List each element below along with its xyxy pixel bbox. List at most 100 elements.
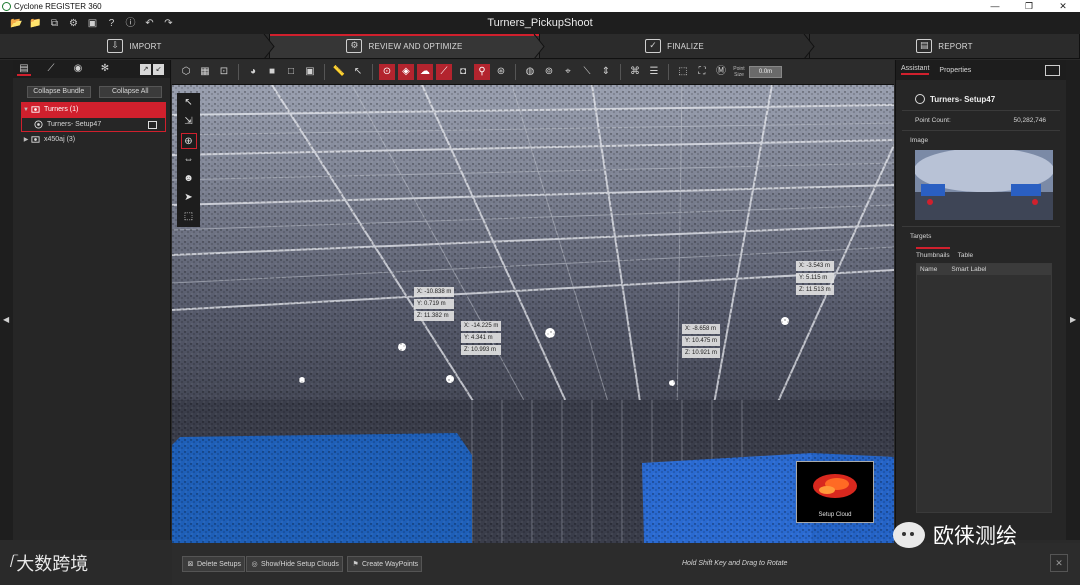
step-import-label: IMPORT — [129, 41, 162, 51]
list-view-icon[interactable]: ☰ — [646, 64, 662, 80]
create-waypoints-button[interactable]: ⚑ Create WayPoints — [347, 556, 423, 572]
color-mode-icon[interactable]: ◕ — [245, 64, 261, 80]
workflow-steps: ⇩ IMPORT ⚙ REVIEW AND OPTIMIZE ✓ FINALIZ… — [0, 34, 1080, 59]
table-header: Name Smart Label — [917, 264, 1051, 275]
multi-select-icon[interactable]: ⇲ — [181, 114, 197, 130]
open-folder-icon[interactable]: 📁 — [29, 17, 42, 30]
coord-x: X: -14.225 m — [461, 321, 502, 331]
collapse-bundle-button[interactable]: Collapse Bundle — [27, 86, 91, 98]
step-review[interactable]: ⚙ REVIEW AND OPTIMIZE — [270, 34, 545, 59]
distance-icon[interactable]: ⇔ — [181, 152, 197, 168]
collapse-left-icon[interactable]: ◀ — [3, 315, 9, 324]
settings-icon[interactable]: ⚙ — [67, 17, 80, 30]
point-size-label: Point Size — [733, 66, 745, 78]
tab-targets[interactable]: ◉ — [71, 62, 85, 76]
tab-properties[interactable]: Properties — [939, 67, 971, 74]
axes-icon[interactable]: ⌖ — [560, 64, 576, 80]
target-icon[interactable]: ⊙ — [379, 64, 395, 80]
left-collapse-strip[interactable]: ◀ — [0, 60, 13, 540]
coord-z: Z: 11.513 m — [796, 285, 834, 295]
maximize-panel-icon[interactable] — [1045, 64, 1060, 76]
tab-assistant[interactable]: Assistant — [901, 65, 930, 75]
point-size-input[interactable]: 0.0m — [749, 66, 782, 78]
snap-icon[interactable]: ⌘ — [627, 64, 643, 80]
box-icon[interactable]: ⬚ — [181, 209, 197, 225]
slice-icon[interactable]: ⟍ — [579, 64, 595, 80]
image-heading: Image — [910, 137, 929, 144]
view-3d-icon[interactable]: ⬡ — [178, 64, 194, 80]
step-finalize[interactable]: ✓ FINALIZE — [540, 34, 815, 59]
step-import[interactable]: ⇩ IMPORT — [0, 34, 275, 59]
show-hide-clouds-button[interactable]: ◎ Show/Hide Setup Clouds — [246, 556, 343, 572]
selected-setup: Turners- Setup47 — [896, 80, 1066, 104]
brand-logo-mark: ᥬ — [9, 555, 13, 571]
divider — [902, 130, 1060, 131]
collapse-all-button[interactable]: Collapse All — [98, 86, 162, 98]
ruler-icon[interactable]: ⟋ — [436, 64, 452, 80]
square-solid-icon[interactable]: ■ — [264, 64, 280, 80]
window-titlebar: Cyclone REGISTER 360 — ❐ ✕ — [0, 0, 1080, 12]
locate-icon[interactable]: ⊚ — [541, 64, 557, 80]
panorama-image[interactable] — [915, 150, 1053, 220]
scan-point-icon[interactable]: ⊛ — [493, 64, 509, 80]
pin-icon[interactable]: ⚲ — [474, 64, 490, 80]
sphere-icon[interactable]: ◍ — [522, 64, 538, 80]
measure-icon[interactable]: 📏 — [331, 64, 347, 80]
watermark: 欧徕测绘 — [893, 520, 1017, 550]
help-icon[interactable]: ? — [105, 17, 118, 30]
expand-icon[interactable]: ↗ — [140, 63, 151, 75]
tree-item-bundle[interactable]: ▼ Turners (1) — [21, 102, 166, 117]
redo-icon[interactable]: ↷ — [162, 17, 175, 30]
camera-icon[interactable]: ◘ — [455, 64, 471, 80]
cube-view-icon[interactable]: ⬚ — [675, 64, 691, 80]
step-report[interactable]: ▤ REPORT — [810, 34, 1080, 58]
collapse-icon[interactable]: ↙ — [153, 63, 164, 75]
setup-cloud-preview — [813, 474, 857, 498]
close-window-button[interactable]: ✕ — [1046, 1, 1080, 12]
square-outline-icon[interactable]: □ — [283, 64, 299, 80]
tag-icon[interactable]: ◈ — [398, 64, 414, 80]
pick-point-icon[interactable]: ⊕ — [180, 133, 197, 149]
tree-item-setup[interactable]: Turners- Setup47 — [21, 117, 166, 132]
zoom-fit-icon[interactable]: ⊡ — [216, 64, 232, 80]
collapse-right-icon[interactable]: ▶ — [1070, 315, 1076, 324]
open-project-icon[interactable]: 📂 — [10, 17, 23, 30]
image-tag-icon[interactable] — [148, 120, 157, 129]
walk-icon[interactable]: ☻ — [181, 171, 197, 187]
limit-box-icon[interactable]: Ⓜ — [713, 64, 729, 80]
pointer-icon[interactable]: ↖ — [350, 64, 366, 80]
cloud-icon[interactable]: ☁ — [417, 64, 433, 80]
delete-setups-button[interactable]: ⊠ Delete Setups — [182, 556, 245, 572]
caret-down-icon[interactable]: ▼ — [21, 107, 31, 113]
undo-icon[interactable]: ↶ — [143, 17, 156, 30]
setup-cloud-thumbnail[interactable]: Setup Cloud — [796, 461, 874, 523]
brand-logo-text: 大数跨境 — [16, 554, 89, 575]
image-mode-icon[interactable]: ▣ — [302, 64, 318, 80]
point-cloud-viewport[interactable]: ↖ ⇲ ⊕ ⇔ ☻ ➤ ⬚ X: -10.838 m Y: 0.719 m Z:… — [172, 85, 894, 543]
info-icon[interactable]: ⓘ — [124, 17, 137, 30]
point-cloud-scene — [172, 85, 894, 543]
right-collapse-strip[interactable]: ▶ — [1066, 60, 1080, 540]
tab-links[interactable]: ⟋ — [44, 62, 58, 76]
elevation-icon[interactable]: ⇕ — [598, 64, 614, 80]
export-icon[interactable]: ⧉ — [48, 17, 61, 30]
close-icon[interactable]: ✕ — [1050, 554, 1068, 572]
bundle-icon — [31, 136, 40, 143]
database-icon[interactable]: ▣ — [86, 17, 99, 30]
tree-item-other-bundle[interactable]: ▶ x450aj (3) — [21, 132, 170, 147]
clip-box-icon[interactable]: ⛶ — [694, 64, 710, 80]
minimize-button[interactable]: — — [978, 1, 1012, 12]
fly-icon[interactable]: ➤ — [181, 190, 197, 206]
column-name[interactable]: Name — [920, 266, 937, 273]
coord-z: Z: 11.382 m — [414, 311, 455, 321]
tab-table[interactable]: Table — [958, 247, 974, 259]
coord-z: Z: 10.993 m — [461, 345, 502, 355]
view-layers-icon[interactable]: ▦ — [197, 64, 213, 80]
tab-project-tree[interactable]: ▤ — [17, 62, 31, 76]
tab-thumbnails[interactable]: Thumbnails — [916, 247, 950, 259]
select-icon[interactable]: ↖ — [181, 95, 197, 111]
maximize-button[interactable]: ❐ — [1012, 1, 1046, 12]
tab-network[interactable]: ✻ — [98, 62, 112, 76]
caret-right-icon[interactable]: ▶ — [21, 136, 31, 143]
column-smart-label[interactable]: Smart Label — [951, 266, 986, 273]
